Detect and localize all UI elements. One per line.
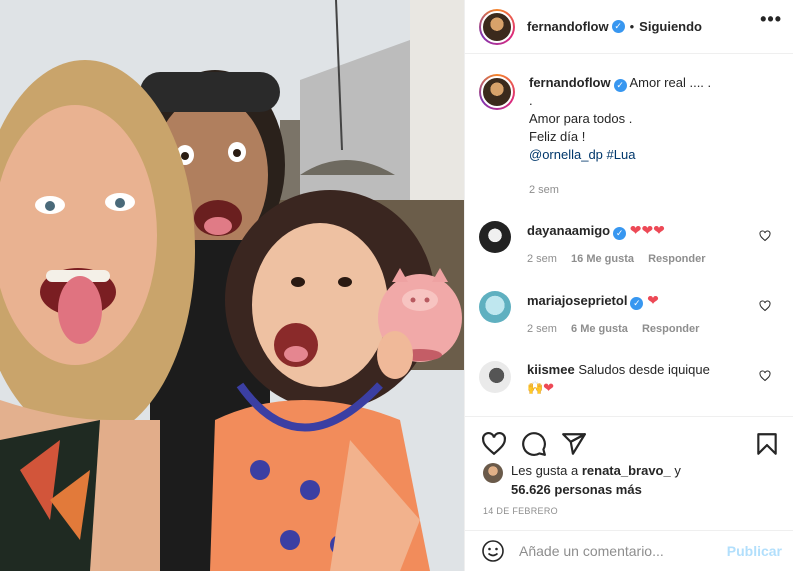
author-avatar[interactable]	[479, 8, 515, 45]
more-options-icon[interactable]: •••	[760, 10, 782, 28]
comment-item: mariajoseprietol ✓ ❤ 2 sem 6 Me gusta Res…	[479, 291, 779, 338]
reply-button[interactable]: Responder	[648, 253, 705, 265]
comment-icon[interactable]	[521, 431, 547, 457]
post-actions-bar	[465, 416, 793, 466]
post-photo[interactable]	[0, 0, 464, 571]
comment-timestamp[interactable]: 2 sem	[527, 323, 557, 335]
likes-prefix: Les gusta a	[511, 463, 579, 478]
commenter-avatar[interactable]	[479, 361, 511, 393]
caption-hashtag-link[interactable]: #Lua	[607, 147, 636, 162]
verified-badge-icon: ✓	[611, 20, 625, 33]
liker-avatar[interactable]	[483, 463, 503, 483]
likes-count[interactable]: 56.626 personas más	[511, 480, 681, 499]
comment-likes-count[interactable]: 6 Me gusta	[571, 323, 628, 335]
caption-mention-link[interactable]: @ornella_dp	[529, 147, 603, 162]
comment-like-heart-icon[interactable]	[759, 300, 771, 312]
comment-timestamp[interactable]: 2 sem	[527, 253, 557, 265]
verified-badge-icon: ✓	[630, 297, 644, 310]
commenter-username[interactable]: mariajoseprietol	[527, 293, 627, 308]
likes-summary: Les gusta a renata_bravo_ y 56.626 perso…	[483, 461, 681, 499]
reply-button[interactable]: Responder	[642, 323, 699, 335]
post-date[interactable]: 14 DE FEBRERO	[483, 506, 558, 516]
author-username[interactable]: fernandoflow	[527, 19, 609, 34]
following-button[interactable]: Siguiendo	[639, 19, 702, 34]
caption-line-2: .	[529, 93, 533, 108]
likes-conj: y	[674, 463, 681, 478]
comment-text: Saludos desde iquique	[578, 362, 710, 377]
commenter-username[interactable]: dayanaamigo	[527, 223, 610, 238]
smiley-icon[interactable]	[481, 539, 505, 563]
caption-line-1: Amor real .... .	[629, 75, 712, 90]
comment-like-heart-icon[interactable]	[759, 230, 771, 242]
caption-avatar[interactable]	[479, 74, 515, 110]
header-separator: •	[629, 19, 635, 34]
comment-composer: Añade un comentario... Publicar	[465, 530, 793, 571]
paper-plane-icon[interactable]	[561, 431, 587, 457]
caption-text: fernandoflow ✓ Amor real .... . . Amor pa…	[529, 74, 711, 164]
caption-timestamp[interactable]: 2 sem	[529, 184, 559, 196]
publish-button[interactable]: Publicar	[727, 543, 782, 559]
caption-line-3: Amor para todos .	[529, 111, 633, 126]
post-sidebar: fernandoflow ✓ • Siguiendo ••• fernandof…	[464, 0, 793, 571]
verified-badge-icon: ✓	[613, 227, 627, 240]
commenter-username[interactable]: kiismee	[527, 362, 575, 377]
commenter-avatar[interactable]	[479, 291, 511, 323]
liker-username[interactable]: renata_bravo_	[582, 463, 671, 478]
comment-item: kiismee Saludos desde iquique 🙌❤	[479, 361, 779, 397]
comment-hearts: ❤	[647, 292, 659, 308]
comment-like-heart-icon[interactable]	[759, 370, 771, 382]
family-selfie-image	[0, 0, 464, 571]
instagram-post: fernandoflow ✓ • Siguiendo ••• fernandof…	[0, 0, 793, 571]
comment-emoji: 🙌❤	[527, 380, 555, 395]
comment-input[interactable]: Añade un comentario...	[519, 543, 727, 559]
post-header: fernandoflow ✓ • Siguiendo •••	[465, 0, 793, 54]
verified-badge-icon: ✓	[613, 79, 627, 92]
caption-username[interactable]: fernandoflow	[529, 75, 611, 90]
heart-icon[interactable]	[481, 431, 507, 457]
caption-line-4: Feliz día !	[529, 129, 586, 144]
comment-hearts: ❤❤❤	[629, 222, 665, 238]
comment-item: dayanaamigo ✓ ❤❤❤ 2 sem 16 Me gusta Respo…	[479, 221, 779, 268]
comment-likes-count[interactable]: 16 Me gusta	[571, 253, 634, 265]
bookmark-icon[interactable]	[754, 431, 780, 457]
commenter-avatar[interactable]	[479, 221, 511, 253]
post-caption: fernandoflow ✓ Amor real .... . . Amor pa…	[479, 74, 779, 164]
